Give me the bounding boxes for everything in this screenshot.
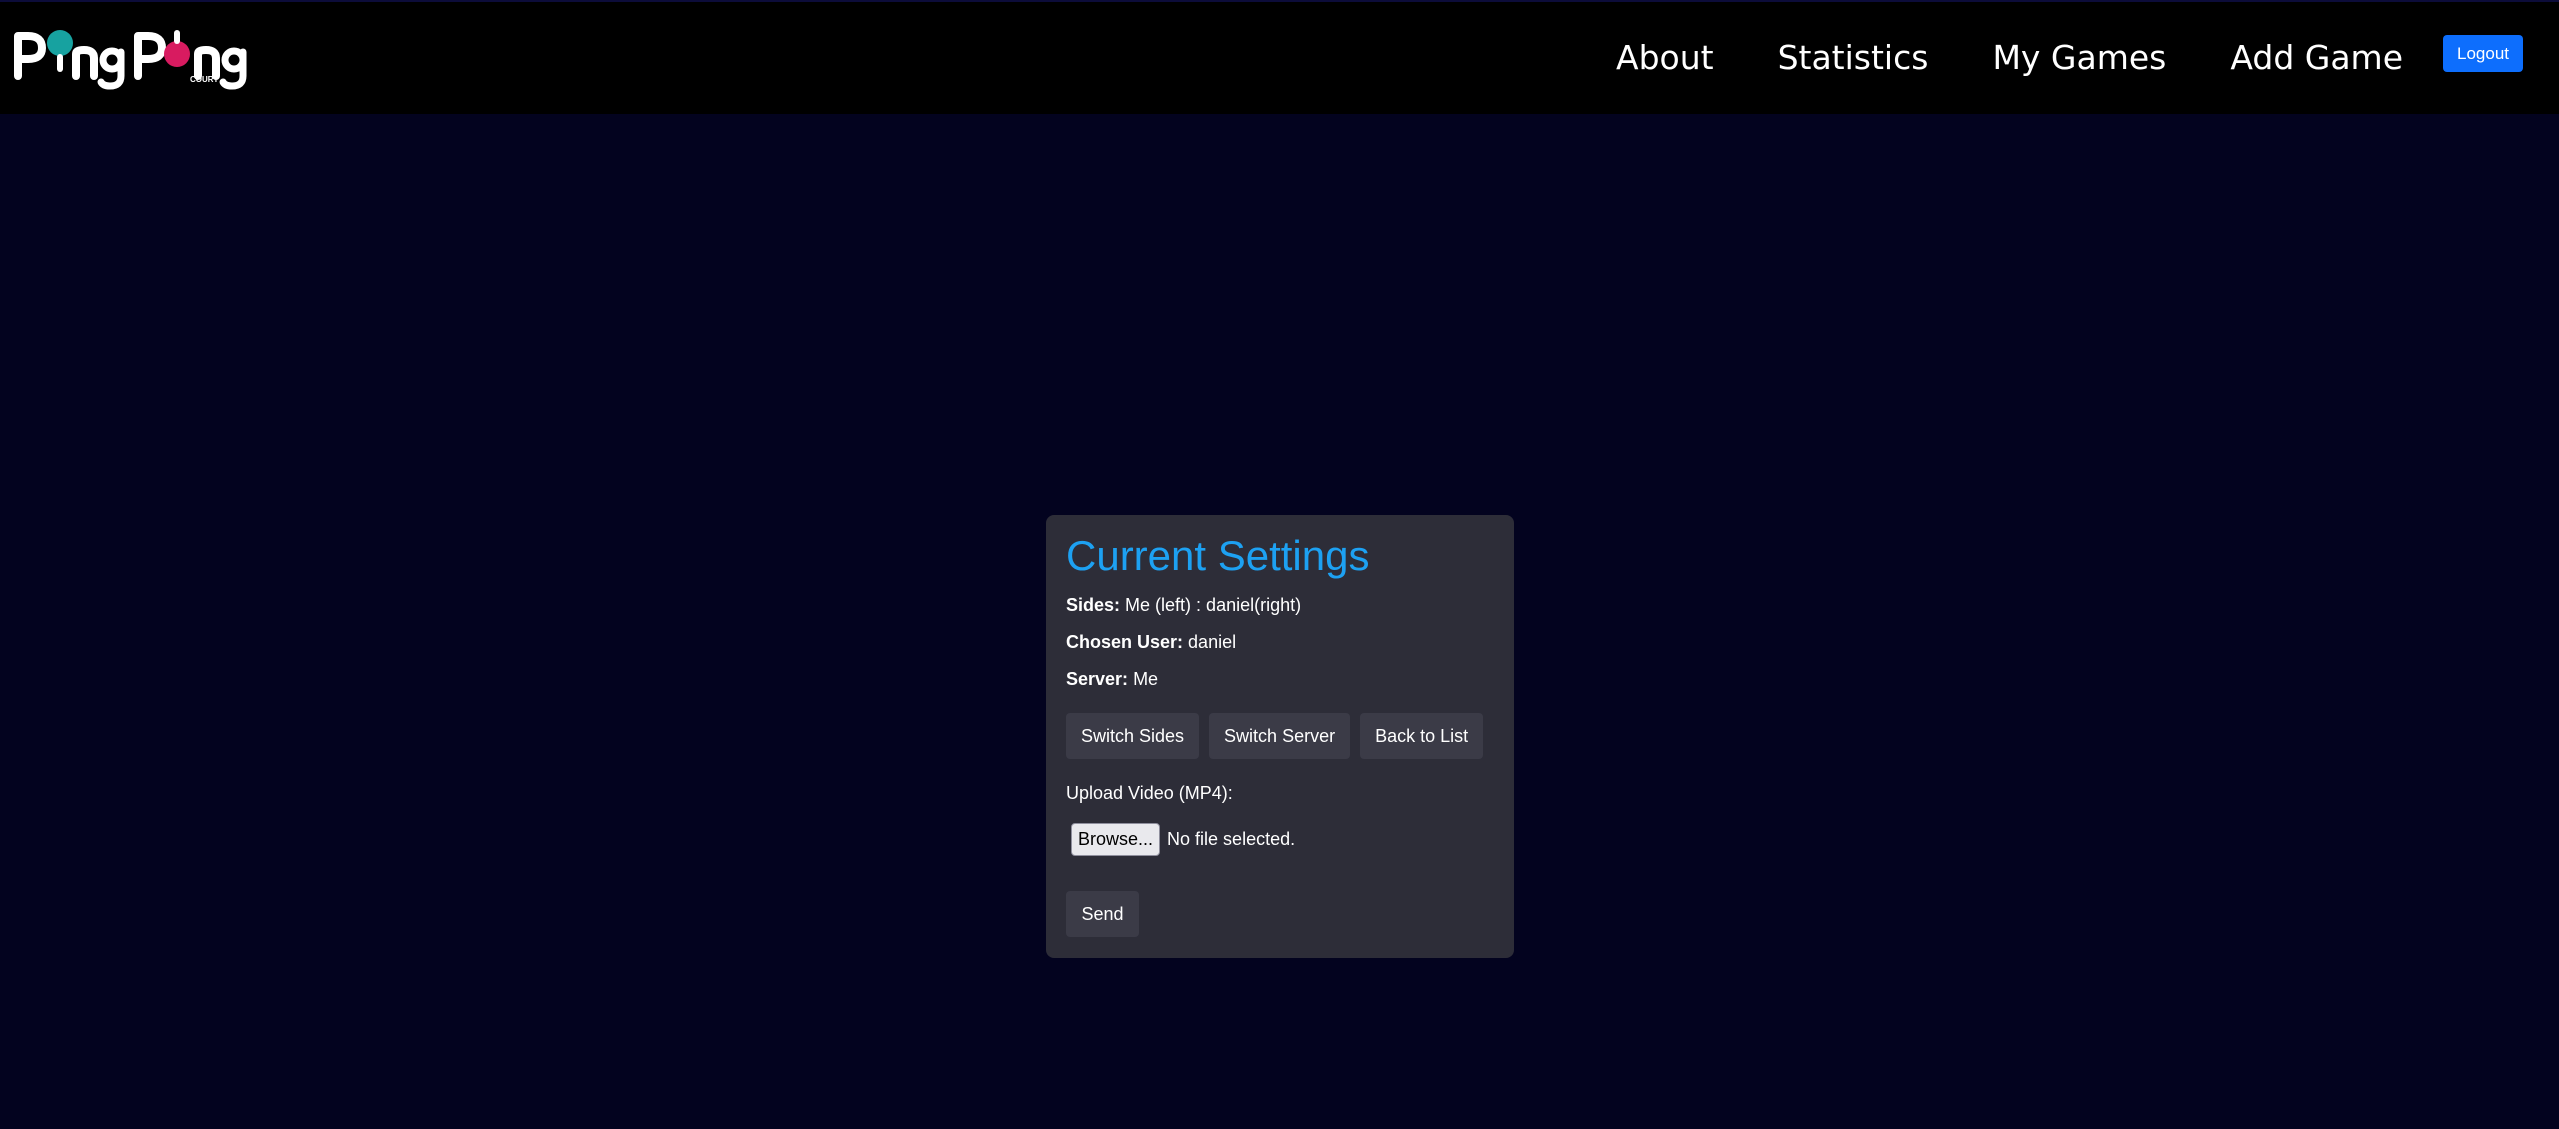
back-to-list-button[interactable]: Back to List: [1360, 713, 1484, 759]
switch-server-button[interactable]: Switch Server: [1209, 713, 1351, 759]
browse-button[interactable]: Browse...: [1071, 823, 1161, 856]
switch-sides-button[interactable]: Switch Sides: [1066, 713, 1200, 759]
settings-action-buttons: Switch Sides Switch Server Back to List: [1066, 713, 1493, 759]
top-navbar: COURT About Statistics My Games Add Game…: [0, 0, 2559, 114]
sides-line: Sides: Me (left) : daniel(right): [1066, 595, 1301, 616]
upload-video-label: Upload Video (MP4):: [1066, 783, 1233, 803]
sides-value: Me (left) : daniel(right): [1125, 595, 1302, 615]
chosen-user-line: Chosen User: daniel: [1066, 632, 1236, 653]
nav-links: About Statistics My Games Add Game: [1552, 2, 2403, 116]
logout-button[interactable]: Logout: [2443, 35, 2523, 72]
nav-link-about[interactable]: About: [1616, 38, 1714, 77]
file-input[interactable]: Browse... No file selected.: [1071, 823, 1295, 856]
nav-link-add-game[interactable]: Add Game: [2230, 38, 2403, 77]
chosen-user-value: daniel: [1188, 632, 1237, 652]
current-settings-card: Current Settings Sides: Me (left) : dani…: [1046, 515, 1514, 958]
send-button[interactable]: Send: [1066, 891, 1139, 937]
server-label: Server:: [1066, 669, 1129, 689]
sides-label: Sides:: [1066, 595, 1121, 615]
nav-link-my-games[interactable]: My Games: [1992, 38, 2166, 77]
server-line: Server: Me: [1066, 669, 1158, 690]
chosen-user-label: Chosen User:: [1066, 632, 1184, 652]
file-status-text: No file selected.: [1167, 829, 1296, 849]
server-value: Me: [1133, 669, 1159, 689]
nav-link-statistics[interactable]: Statistics: [1778, 38, 1929, 77]
settings-title: Current Settings: [1066, 532, 1370, 579]
pingpong-court-logo[interactable]: COURT: [14, 24, 250, 90]
logo-subtext: COURT: [190, 75, 219, 84]
